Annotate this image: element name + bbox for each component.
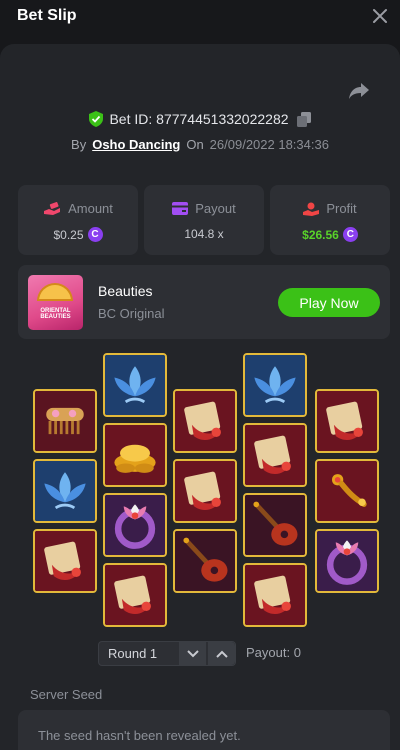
chevron-up-icon — [215, 650, 228, 658]
bet-id: Bet ID: 87774451332022282 — [109, 111, 289, 127]
shield-check-icon — [89, 111, 104, 127]
slot-symbol-comb — [33, 389, 97, 453]
top-bar: Bet Slip — [0, 0, 400, 44]
slot-symbol-book — [33, 529, 97, 593]
payout-card: Payout 104.8 x — [144, 185, 264, 255]
slot-symbol-book — [243, 563, 307, 627]
page-title: Bet Slip — [17, 7, 77, 24]
slot-symbol-book — [173, 389, 237, 453]
slot-symbol-lotus-blue — [103, 353, 167, 417]
slot-symbol-book — [315, 389, 379, 453]
game-thumbnail[interactable]: ORIENTAL BEAUTIES — [28, 275, 83, 330]
slot-symbol-book — [243, 423, 307, 487]
slot-symbol-book — [173, 459, 237, 523]
wallet-icon — [172, 202, 189, 215]
copy-icon[interactable] — [296, 111, 311, 127]
slot-symbol-ruyi — [315, 459, 379, 523]
slot-symbol-guitar — [173, 529, 237, 593]
bet-id-row: Bet ID: 87774451332022282 — [0, 109, 400, 129]
bet-meta-row: By Osho Dancing On 26/09/2022 18:34:36 — [0, 134, 400, 154]
bet-date: 26/09/2022 18:34:36 — [209, 136, 329, 152]
play-now-button[interactable]: Play Now — [278, 288, 380, 317]
by-label: By — [71, 136, 87, 152]
profit-card: Profit $26.56 C — [270, 185, 390, 255]
server-seed-label: Server Seed — [30, 687, 103, 702]
thumbnail-title: ORIENTAL BEAUTIES — [40, 308, 71, 320]
slot-symbol-lotus-blue — [33, 459, 97, 523]
round-prev-button[interactable] — [208, 642, 235, 665]
amount-value: $0.25 — [53, 227, 84, 242]
slot-symbol-ring — [315, 529, 379, 593]
slot-symbol-gold-ingots — [103, 423, 167, 487]
coin-icon: C — [342, 227, 358, 242]
slot-symbol-guitar — [243, 493, 307, 557]
amount-label: Amount — [68, 201, 113, 216]
on-label: On — [186, 136, 204, 152]
money-hand-icon — [44, 201, 61, 215]
round-next-button[interactable] — [179, 642, 206, 665]
slot-symbol-lotus-blue — [243, 353, 307, 417]
server-seed-message: The seed hasn't been revealed yet. — [38, 728, 241, 743]
profit-label: Profit — [326, 201, 357, 216]
profit-hand-icon — [303, 202, 320, 216]
slot-symbol-ring — [103, 493, 167, 557]
amount-card: Amount $0.25 C — [18, 185, 138, 255]
game-name: Beauties — [98, 283, 153, 299]
coin-icon: C — [87, 227, 103, 242]
share-icon[interactable] — [348, 82, 370, 100]
round-selector[interactable]: Round 1 — [98, 641, 236, 666]
game-provider: BC Original — [98, 306, 165, 321]
payout-value: 104.8 x — [184, 227, 224, 241]
username-link[interactable]: Osho Dancing — [92, 137, 180, 152]
chevron-down-icon — [186, 649, 199, 657]
slot-symbol-book — [103, 563, 167, 627]
profit-value: $26.56 — [302, 227, 339, 242]
payout-label: Payout — [195, 201, 236, 216]
round-payout: Payout: 0 — [246, 645, 301, 660]
close-icon[interactable] — [370, 6, 390, 26]
round-label: Round 1 — [108, 646, 158, 661]
